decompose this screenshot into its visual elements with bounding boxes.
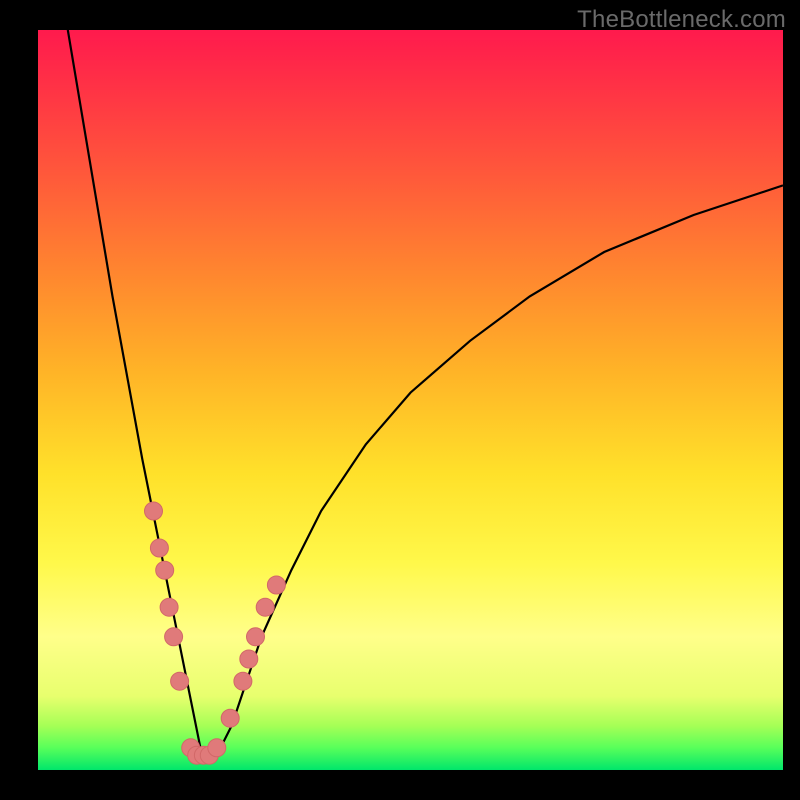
sample-dot [234,672,252,690]
sample-dot [208,739,226,757]
chart-frame: TheBottleneck.com [0,0,800,800]
watermark-text: TheBottleneck.com [577,6,786,34]
sample-dot [145,502,163,520]
sample-dot [221,709,239,727]
sample-dot [171,672,189,690]
chart-svg [38,30,783,770]
sample-dot [160,598,178,616]
sample-dot [165,628,183,646]
bottleneck-curve [68,30,783,755]
sample-dot [267,576,285,594]
sample-dot [240,650,258,668]
sample-dot [150,539,168,557]
sample-dot [247,628,265,646]
sample-dot [256,598,274,616]
plot-area [38,30,783,770]
sample-dot [156,561,174,579]
